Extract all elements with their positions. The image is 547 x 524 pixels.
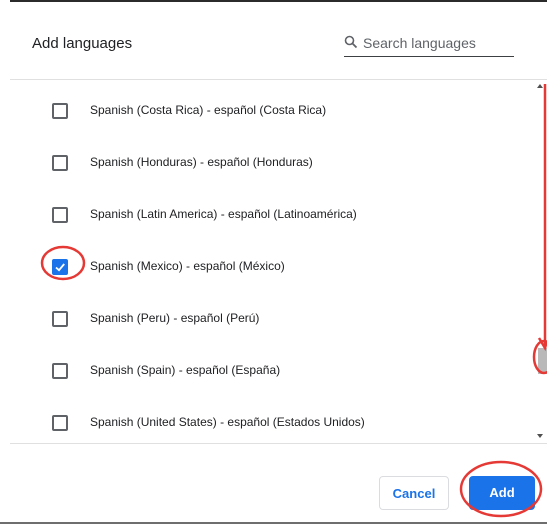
checkbox-spain[interactable] [52, 363, 68, 379]
language-row-spain[interactable]: Spanish (Spain) - español (España) [10, 344, 530, 396]
add-button[interactable]: Add [469, 476, 535, 510]
language-label: Spanish (Honduras) - español (Honduras) [90, 155, 313, 169]
dialog-header: Add languages Search languages [10, 2, 547, 80]
language-row-peru[interactable]: Spanish (Peru) - español (Perú) [10, 292, 530, 344]
list-scrollbar[interactable] [534, 82, 547, 442]
language-row-costa-rica[interactable]: Spanish (Costa Rica) - español (Costa Ri… [10, 84, 530, 136]
scroll-down-arrow-icon[interactable] [537, 434, 543, 438]
checkbox-latin-america[interactable] [52, 207, 68, 223]
language-row-honduras[interactable]: Spanish (Honduras) - español (Honduras) [10, 136, 530, 188]
dialog-footer: Cancel Add [10, 443, 547, 524]
language-label: Spanish (Latin America) - español (Latin… [90, 207, 357, 221]
checkbox-peru[interactable] [52, 311, 68, 327]
checkbox-mexico[interactable] [52, 259, 68, 275]
language-row-latin-america[interactable]: Spanish (Latin America) - español (Latin… [10, 188, 530, 240]
checkbox-costa-rica[interactable] [52, 103, 68, 119]
language-row-mexico[interactable]: Spanish (Mexico) - español (México) [10, 240, 530, 292]
language-list: Spanish (Costa Rica) - español (Costa Ri… [10, 80, 547, 443]
add-languages-dialog: Add languages Search languages Spanish (… [10, 0, 547, 522]
dialog-title: Add languages [32, 35, 133, 52]
language-label: Spanish (Costa Rica) - español (Costa Ri… [90, 103, 327, 117]
scroll-up-arrow-icon[interactable] [537, 84, 543, 88]
checkbox-united-states[interactable] [52, 415, 68, 431]
language-label: Spanish (United States) - español (Estad… [90, 415, 365, 429]
checkbox-honduras[interactable] [52, 155, 68, 171]
search-placeholder: Search languages [363, 35, 476, 51]
search-icon [344, 35, 358, 49]
language-label: Spanish (Spain) - español (España) [90, 363, 281, 377]
cancel-button[interactable]: Cancel [379, 476, 449, 510]
language-row-united-states[interactable]: Spanish (United States) - español (Estad… [10, 396, 530, 443]
language-label: Spanish (Mexico) - español (México) [90, 259, 285, 273]
language-label: Spanish (Peru) - español (Perú) [90, 311, 260, 325]
search-input[interactable]: Search languages [344, 32, 514, 57]
checkmark-icon [55, 263, 65, 272]
scroll-thumb[interactable] [538, 348, 547, 374]
